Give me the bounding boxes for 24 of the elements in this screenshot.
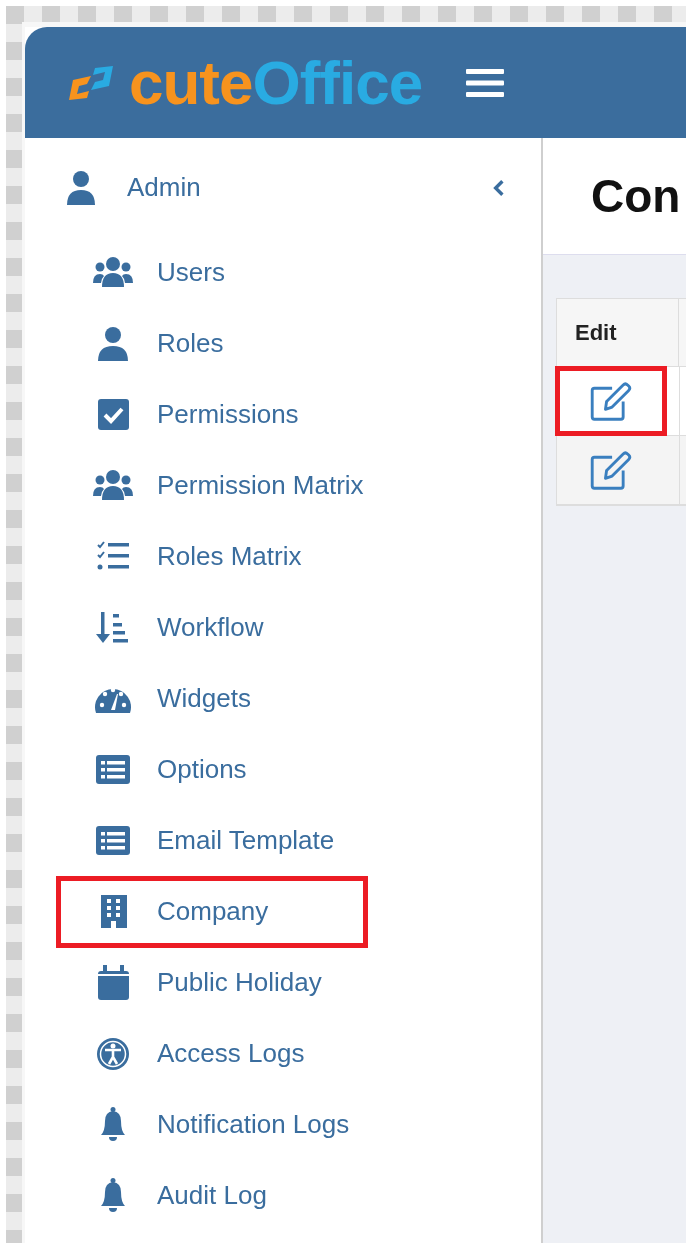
sidebar-item[interactable]: Audit Log: [56, 1159, 368, 1232]
sidebar-section[interactable]: Admin: [25, 138, 541, 237]
sidebar-item[interactable]: Email Template: [56, 804, 368, 877]
sidebar-item[interactable]: Public Holiday: [56, 946, 368, 1019]
page-title: Con: [591, 169, 681, 223]
sidebar-item[interactable]: Users: [56, 236, 368, 309]
edit-icon: [590, 380, 632, 422]
edit-button[interactable]: [555, 366, 667, 436]
user-icon: [65, 169, 97, 206]
sidebar-item[interactable]: Company: [56, 875, 368, 948]
sidebar-item[interactable]: Notification Logs: [56, 1088, 368, 1161]
edit-icon: [590, 449, 632, 491]
sidebar-item[interactable]: Permission Matrix: [56, 449, 368, 522]
chevron-icon: [493, 178, 505, 197]
sidebar-item[interactable]: Access Logs: [56, 1017, 368, 1090]
menu-icon[interactable]: [466, 66, 505, 99]
sidebar-item[interactable]: Options: [56, 733, 368, 806]
column-header[interactable]: Edit: [557, 299, 679, 367]
sidebar-item[interactable]: Widgets: [56, 662, 368, 735]
sidebar-item[interactable]: Roles: [56, 307, 368, 380]
sidebar-item[interactable]: Permissions: [56, 378, 368, 451]
sidebar-item[interactable]: Workflow: [56, 591, 368, 664]
sidebar-item[interactable]: Roles Matrix: [56, 520, 368, 593]
logo-text: cuteOffice: [129, 51, 423, 114]
